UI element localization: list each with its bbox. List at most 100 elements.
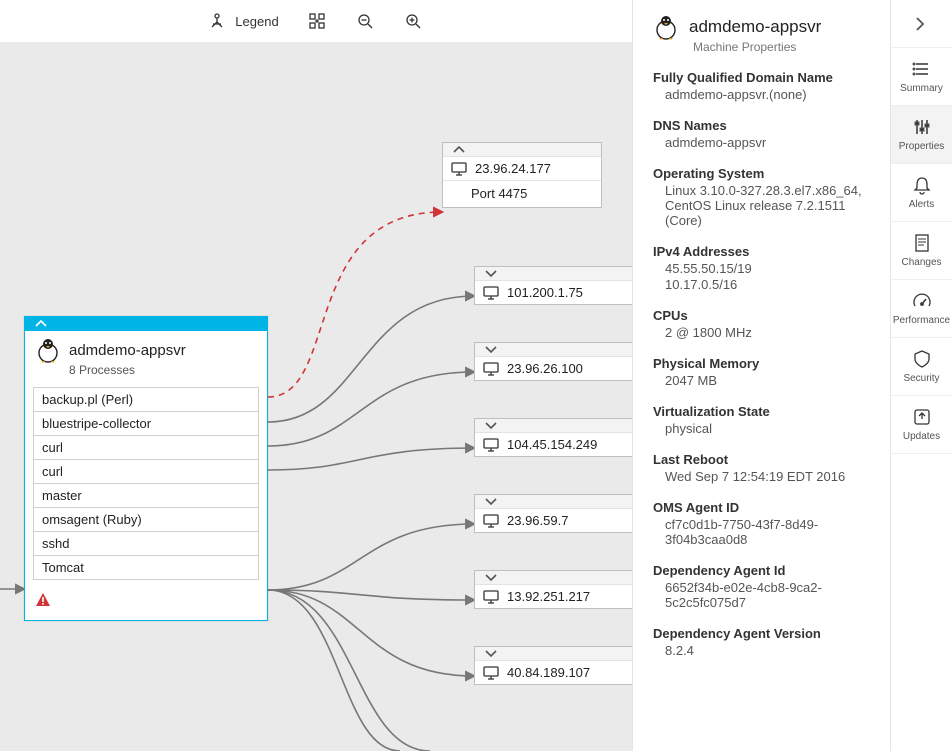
prop-key-depid: Dependency Agent Id — [653, 563, 874, 578]
process-item[interactable]: omsagent (Ruby) — [33, 508, 259, 532]
prop-key-virt: Virtualization State — [653, 404, 874, 419]
monitor-icon — [483, 438, 499, 452]
panel-subtitle: Machine Properties — [693, 40, 874, 54]
rail-properties[interactable]: Properties — [891, 106, 952, 164]
rail-summary[interactable]: Summary — [891, 48, 952, 106]
node-header[interactable] — [475, 419, 633, 433]
prop-val-ipv4-2: 10.17.0.5/16 — [665, 277, 874, 292]
node-ip-row[interactable]: 23.96.24.177 — [443, 157, 601, 180]
prop-val-depver: 8.2.4 — [665, 643, 874, 658]
prop-val-reboot: Wed Sep 7 12:54:19 EDT 2016 — [665, 469, 874, 484]
monitor-icon — [483, 362, 499, 376]
side-rail: Summary Properties Alerts Changes Perfor… — [890, 0, 952, 751]
prop-val-oms: cf7c0d1b-7750-43f7-8d49-3f04b3caa0d8 — [665, 517, 874, 547]
chevron-down-icon — [485, 573, 495, 583]
process-item[interactable]: master — [33, 484, 259, 508]
process-count-label: 8 Processes — [25, 363, 267, 383]
panel-title: admdemo-appsvr — [689, 17, 821, 37]
properties-icon — [912, 117, 932, 137]
dependency-canvas[interactable]: admdemo-appsvr 8 Processes backup.pl (Pe… — [0, 42, 632, 751]
node-header[interactable] — [443, 143, 601, 157]
rail-summary-label: Summary — [900, 83, 943, 94]
rail-performance-label: Performance — [893, 315, 950, 326]
process-item[interactable]: bluestripe-collector — [33, 412, 259, 436]
prop-val-dns: admdemo-appsvr — [665, 135, 874, 150]
prop-key-fqdn: Fully Qualified Domain Name — [653, 70, 874, 85]
fit-to-screen-button[interactable] — [307, 11, 327, 31]
process-item[interactable]: Tomcat — [33, 556, 259, 580]
rail-changes[interactable]: Changes — [891, 222, 952, 280]
node-ip: 23.96.24.177 — [475, 161, 551, 176]
summary-icon — [912, 59, 932, 79]
remote-node[interactable]: 104.45.154.249 — [474, 418, 634, 457]
node-header[interactable] — [475, 647, 633, 661]
prop-key-oms: OMS Agent ID — [653, 500, 874, 515]
legend-button[interactable]: Legend — [209, 12, 278, 30]
node-ip: 13.92.251.217 — [507, 589, 590, 604]
rail-properties-label: Properties — [899, 141, 945, 152]
monitor-icon — [483, 286, 499, 300]
prop-val-cpu: 2 @ 1800 MHz — [665, 325, 874, 340]
zoom-out-icon — [357, 13, 373, 29]
chevron-down-icon — [485, 421, 495, 431]
process-list: backup.pl (Perl)bluestripe-collectorcurl… — [25, 383, 267, 588]
prop-val-os: Linux 3.10.0-327.28.3.el7.x86_64, CentOS… — [665, 183, 874, 228]
node-ip-row[interactable]: 23.96.59.7 — [475, 509, 633, 532]
prop-val-virt: physical — [665, 421, 874, 436]
collapse-panel-button[interactable] — [891, 0, 952, 48]
remote-node[interactable]: 23.96.26.100 — [474, 342, 634, 381]
prop-key-mem: Physical Memory — [653, 356, 874, 371]
rail-performance[interactable]: Performance — [891, 280, 952, 338]
node-port[interactable]: Port 4475 — [443, 180, 601, 207]
machine-card-header[interactable] — [25, 317, 267, 331]
remote-node[interactable]: 13.92.251.217 — [474, 570, 634, 609]
zoom-in-icon — [405, 13, 421, 29]
rail-alerts-label: Alerts — [909, 199, 935, 210]
monitor-icon — [483, 666, 499, 680]
rail-alerts[interactable]: Alerts — [891, 164, 952, 222]
prop-key-cpu: CPUs — [653, 308, 874, 323]
monitor-icon — [483, 590, 499, 604]
process-item[interactable]: sshd — [33, 532, 259, 556]
zoom-out-button[interactable] — [355, 11, 375, 31]
chevron-down-icon — [485, 345, 495, 355]
node-ip: 104.45.154.249 — [507, 437, 597, 452]
node-ip-row[interactable]: 101.200.1.75 — [475, 281, 633, 304]
chevron-up-icon — [35, 319, 45, 329]
remote-node[interactable]: 23.96.59.7 — [474, 494, 634, 533]
node-ip: 40.84.189.107 — [507, 665, 590, 680]
rail-updates[interactable]: Updates — [891, 396, 952, 454]
node-ip-row[interactable]: 40.84.189.107 — [475, 661, 633, 684]
node-ip-row[interactable]: 104.45.154.249 — [475, 433, 633, 456]
properties-panel: admdemo-appsvr Machine Properties Fully … — [632, 0, 890, 751]
node-ip-row[interactable]: 13.92.251.217 — [475, 585, 633, 608]
zoom-in-button[interactable] — [403, 11, 423, 31]
rail-changes-label: Changes — [901, 257, 941, 268]
process-item[interactable]: backup.pl (Perl) — [33, 387, 259, 412]
chevron-down-icon — [485, 269, 495, 279]
legend-icon — [209, 12, 227, 30]
process-item[interactable]: curl — [33, 436, 259, 460]
chevron-right-icon — [915, 17, 929, 31]
prop-val-ipv4: 45.55.50.15/19 10.17.0.5/16 — [665, 261, 874, 292]
monitor-icon — [451, 162, 467, 176]
performance-icon — [912, 291, 932, 311]
remote-node[interactable]: 40.84.189.107 — [474, 646, 634, 685]
node-header[interactable] — [475, 571, 633, 585]
rail-security[interactable]: Security — [891, 338, 952, 396]
chevron-down-icon — [485, 497, 495, 507]
node-ip-row[interactable]: 23.96.26.100 — [475, 357, 633, 380]
remote-node[interactable]: 23.96.24.177 Port 4475 — [442, 142, 602, 208]
prop-val-ipv4-1: 45.55.50.15/19 — [665, 261, 874, 276]
node-header[interactable] — [475, 495, 633, 509]
process-item[interactable]: curl — [33, 460, 259, 484]
prop-key-dns: DNS Names — [653, 118, 874, 133]
node-header[interactable] — [475, 267, 633, 281]
linux-icon — [35, 337, 61, 363]
remote-node[interactable]: 101.200.1.75 — [474, 266, 634, 305]
warning-icon — [25, 588, 267, 620]
node-header[interactable] — [475, 343, 633, 357]
node-ip: 23.96.26.100 — [507, 361, 583, 376]
prop-val-depid: 6652f34b-e02e-4cb8-9ca2-5c2c5fc075d7 — [665, 580, 874, 610]
machine-card[interactable]: admdemo-appsvr 8 Processes backup.pl (Pe… — [24, 316, 268, 621]
